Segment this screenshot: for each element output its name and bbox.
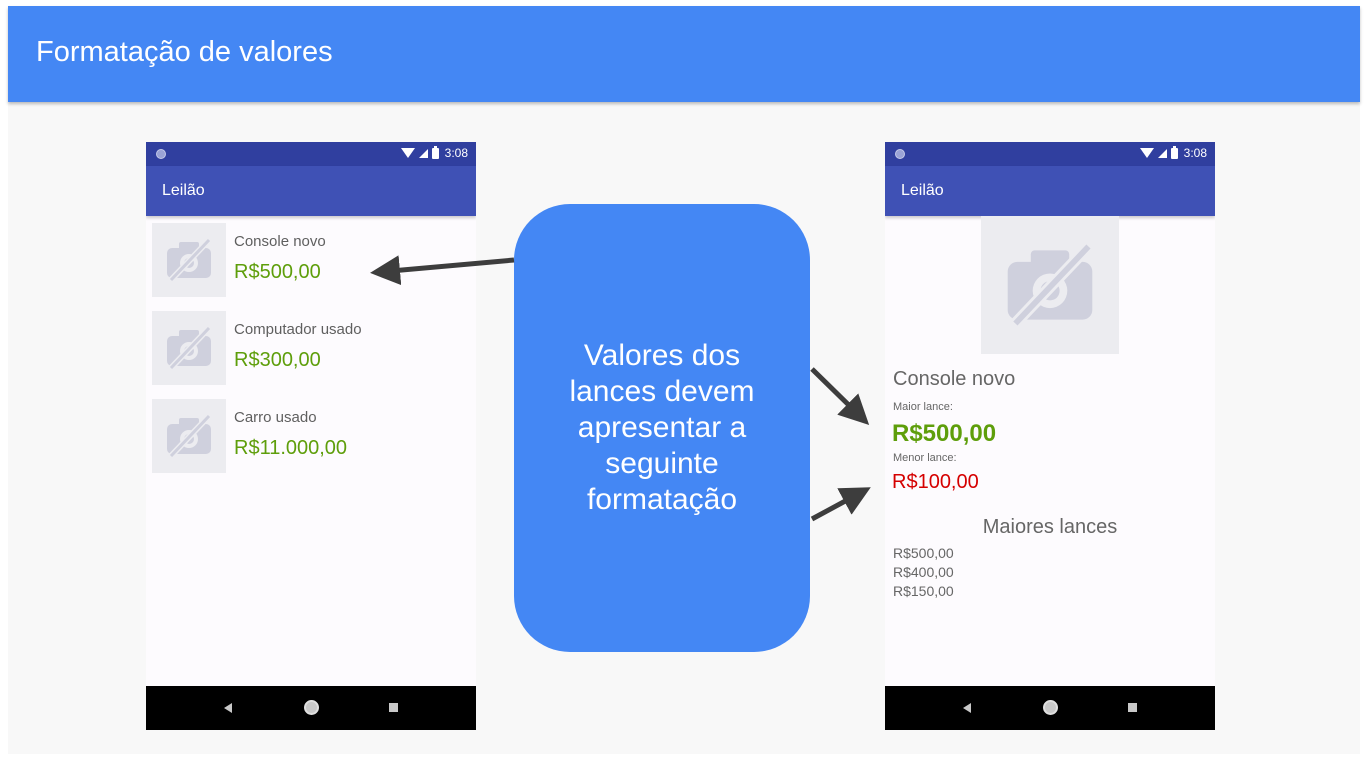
top-bid-item: R$400,00 bbox=[893, 564, 954, 580]
recent-square-icon[interactable] bbox=[1128, 703, 1137, 712]
back-triangle-icon[interactable] bbox=[963, 703, 971, 713]
phone-detail-screen: 3:08 Leilão Console novo Maior lance: R$… bbox=[885, 142, 1215, 730]
top-bids-title: Maiores lances bbox=[982, 516, 1118, 538]
max-bid-value: R$500,00 bbox=[892, 420, 997, 447]
status-bar: 3:08 bbox=[885, 142, 1215, 166]
signal-icon bbox=[1157, 148, 1167, 158]
arrow-to-min-bid bbox=[810, 487, 871, 522]
status-icons: 3:08 bbox=[1139, 145, 1207, 160]
app-title: Leilão bbox=[901, 182, 944, 199]
max-bid-label: Maior lance: bbox=[893, 401, 953, 413]
wifi-icon bbox=[1139, 148, 1154, 158]
min-bid-label: Menor lance: bbox=[893, 452, 957, 464]
top-bid-item: R$500,00 bbox=[893, 545, 954, 561]
battery-icon bbox=[1170, 145, 1178, 159]
no-image-camera-icon bbox=[981, 216, 1119, 354]
min-bid-value: R$100,00 bbox=[892, 471, 979, 493]
navigation-bar bbox=[885, 686, 1215, 730]
app-bar: Leilão bbox=[885, 166, 1215, 216]
home-circle-icon[interactable] bbox=[1043, 700, 1058, 715]
arrow-to-list-price bbox=[370, 255, 515, 286]
arrow-to-max-bid bbox=[810, 367, 870, 425]
status-time: 3:08 bbox=[1183, 146, 1207, 160]
top-bid-item: R$150,00 bbox=[893, 583, 954, 599]
notification-dot-icon bbox=[895, 149, 905, 159]
item-name: Console novo bbox=[893, 368, 1016, 390]
